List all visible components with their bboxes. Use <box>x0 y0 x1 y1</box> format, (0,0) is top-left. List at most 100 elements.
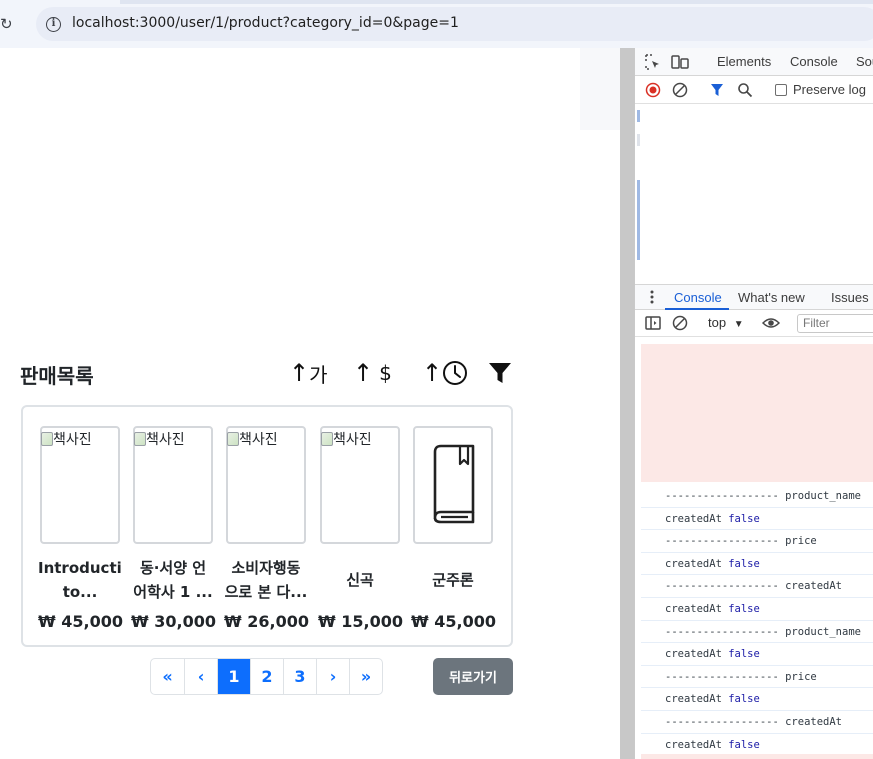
product-name[interactable]: 소비자행동 으로 본 다... <box>224 556 308 604</box>
prev-page-button[interactable]: ‹ <box>184 659 217 694</box>
console-log-row: ------------------ price <box>641 666 873 689</box>
site-info-icon[interactable]: i <box>46 17 61 32</box>
product-image[interactable]: 책사진 <box>40 426 120 544</box>
last-page-button[interactable]: » <box>349 659 382 694</box>
product-list: 책사진 Introductio to... ₩ 45,000 책사진 동·서양 … <box>21 405 513 647</box>
page-scrollbar[interactable] <box>620 48 634 759</box>
devtools-panel: Elements Console Sou Preserve log <box>634 48 873 759</box>
first-page-button[interactable]: « <box>151 659 184 694</box>
product-name[interactable]: 동·서양 언 어학사 1 ... <box>131 556 215 604</box>
pagination: « ‹ 1 2 3 › » <box>150 658 383 695</box>
product-price: ₩ 15,000 <box>318 612 403 631</box>
product-card[interactable]: 책사진 소비자행동 으로 본 다... ₩ 26,000 <box>224 426 309 631</box>
timeline-marker <box>637 180 640 260</box>
more-options-icon[interactable] <box>649 289 655 305</box>
record-stop-icon[interactable] <box>645 82 661 98</box>
context-label: top <box>708 315 727 330</box>
network-log-area <box>635 104 873 284</box>
timeline-marker <box>637 110 640 122</box>
console-log-row: createdAt false <box>641 734 873 757</box>
product-card[interactable]: 책사진 동·서양 언 어학사 1 ... ₩ 30,000 <box>131 426 216 631</box>
reload-icon[interactable]: ↻ <box>0 14 18 34</box>
drawer-tab-issues[interactable]: Issues <box>831 290 869 305</box>
url-text[interactable]: localhost:3000/user/1/product?category_i… <box>72 15 459 31</box>
product-card[interactable]: 군주론 ₩ 45,000 <box>411 426 496 631</box>
tab-console[interactable]: Console <box>790 54 838 69</box>
console-log-row: ------------------ price <box>641 530 873 553</box>
device-toolbar-icon[interactable] <box>671 54 689 70</box>
preserve-log-label: Preserve log <box>793 82 866 97</box>
caret-down-icon: ▼ <box>733 319 744 330</box>
clear-console-icon[interactable] <box>672 315 688 331</box>
tab-elements[interactable]: Elements <box>717 54 771 69</box>
product-card[interactable]: 책사진 Introductio to... ₩ 45,000 <box>38 426 123 631</box>
tab-sources[interactable]: Sou <box>856 54 873 69</box>
clear-icon[interactable] <box>672 82 688 98</box>
product-image[interactable]: 책사진 <box>226 426 306 544</box>
product-image[interactable]: 책사진 <box>320 426 400 544</box>
arrow-up-icon: ↑ <box>289 359 310 387</box>
console-filter-input[interactable]: Filter <box>797 314 873 333</box>
product-price: ₩ 30,000 <box>131 612 216 631</box>
page-button-3[interactable]: 3 <box>283 659 316 694</box>
product-card[interactable]: 책사진 신곡 ₩ 15,000 <box>318 426 403 631</box>
timeline-marker <box>637 134 640 146</box>
address-bar[interactable]: i localhost:3000/user/1/product?category… <box>36 7 873 41</box>
console-toolbar: top ▼ Filter <box>635 310 873 337</box>
product-name[interactable]: 군주론 <box>411 556 495 604</box>
console-error-message <box>641 754 873 759</box>
network-toolbar: Preserve log <box>635 76 873 104</box>
back-button[interactable]: 뒤로가기 <box>433 658 513 695</box>
checkbox-icon[interactable] <box>775 83 787 96</box>
broken-image-icon: 책사진 <box>227 429 278 449</box>
console-log-row: createdAt false <box>641 643 873 666</box>
drawer-tabs: Console What's new Issues <box>635 284 873 310</box>
sort-name-label: 가 <box>309 362 328 387</box>
context-selector[interactable]: top ▼ <box>708 315 744 330</box>
console-log-row: createdAt false <box>641 553 873 576</box>
product-price: ₩ 26,000 <box>224 612 309 631</box>
product-image[interactable]: 책사진 <box>133 426 213 544</box>
broken-image-icon: 책사진 <box>321 429 372 449</box>
drawer-tab-console[interactable]: Console <box>674 290 722 305</box>
next-page-button[interactable]: › <box>316 659 349 694</box>
filter-icon[interactable] <box>488 361 512 385</box>
devtools-toolbar: Elements Console Sou <box>635 48 873 76</box>
inspect-element-icon[interactable] <box>645 54 661 70</box>
console-log-row: ------------------ createdAt <box>641 711 873 734</box>
console-log-row: ------------------ createdAt <box>641 575 873 598</box>
broken-image-icon: 책사진 <box>134 429 185 449</box>
console-log-row: ------------------ product_name <box>641 621 873 644</box>
page-shade <box>580 48 620 130</box>
console-error-message <box>641 344 873 482</box>
page-button-1[interactable]: 1 <box>217 659 250 694</box>
page-title: 판매목록 <box>20 364 94 388</box>
book-icon <box>433 444 475 524</box>
sort-by-time-button[interactable]: ↑ <box>422 359 468 387</box>
product-price: ₩ 45,000 <box>411 612 496 631</box>
page-content: 판매목록 ↑ 가 ↑ $ ↑ 책사진 Introductio to... ₩ 4… <box>0 48 620 759</box>
clock-icon <box>443 361 468 385</box>
preserve-log-checkbox[interactable]: Preserve log <box>775 82 866 97</box>
sort-by-name-button[interactable]: ↑ 가 <box>289 359 328 387</box>
filter-icon[interactable] <box>710 82 724 98</box>
console-log-row: createdAt false <box>641 688 873 711</box>
broken-image-icon: 책사진 <box>41 429 92 449</box>
product-name[interactable]: 신곡 <box>318 556 402 604</box>
sort-price-label: $ <box>379 361 392 385</box>
sort-by-price-button[interactable]: ↑ $ <box>353 359 392 387</box>
drawer-tab-whats-new[interactable]: What's new <box>738 290 805 305</box>
search-icon[interactable] <box>737 82 753 98</box>
console-log-row: createdAt false <box>641 598 873 621</box>
product-name[interactable]: Introductio to... <box>38 556 122 604</box>
console-log-row: createdAt false <box>641 508 873 531</box>
console-log-list: ------------------ product_name createdA… <box>641 485 873 757</box>
browser-toolbar: ↻ i localhost:3000/user/1/product?catego… <box>0 0 873 48</box>
arrow-up-icon: ↑ <box>353 359 374 387</box>
sidebar-toggle-icon[interactable] <box>645 315 661 331</box>
arrow-up-icon: ↑ <box>422 359 443 387</box>
product-image[interactable] <box>413 426 493 544</box>
eye-icon[interactable] <box>762 315 780 331</box>
page-button-2[interactable]: 2 <box>250 659 283 694</box>
product-price: ₩ 45,000 <box>38 612 123 631</box>
